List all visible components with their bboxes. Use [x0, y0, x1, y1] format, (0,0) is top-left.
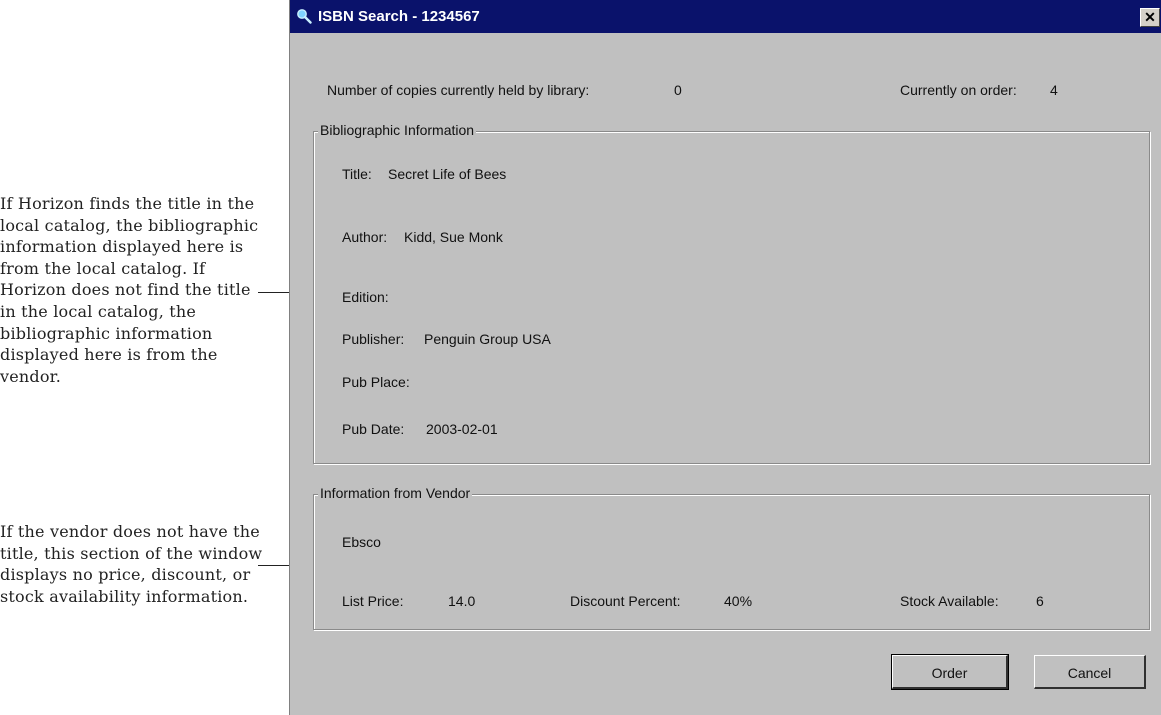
- author-label: Author:: [342, 229, 388, 245]
- on-order-label: Currently on order:: [900, 82, 1017, 98]
- order-button[interactable]: Order: [891, 654, 1009, 690]
- search-magnifier-icon: [296, 8, 312, 28]
- list-price-label: List Price:: [342, 593, 404, 609]
- on-order-value: 4: [1050, 82, 1058, 98]
- title-bar[interactable]: ISBN Search - 1234567 ✕: [290, 0, 1161, 33]
- edition-label: Edition:: [342, 289, 389, 305]
- vendor-name: Ebsco: [342, 534, 381, 550]
- bibliographic-legend: Bibliographic Information: [318, 122, 477, 138]
- list-price-value: 14.0: [448, 593, 476, 609]
- pub-place-label: Pub Place:: [342, 374, 410, 390]
- publisher-value: Penguin Group USA: [424, 331, 551, 347]
- stock-value: 6: [1036, 593, 1044, 609]
- bibliographic-annotation: If Horizon finds the title in the local …: [0, 194, 259, 386]
- title-value: Secret Life of Bees: [388, 166, 507, 182]
- stock-label: Stock Available:: [900, 593, 999, 609]
- discount-label: Discount Percent:: [570, 593, 681, 609]
- discount-value: 40%: [724, 593, 753, 609]
- publisher-label: Publisher:: [342, 331, 405, 347]
- vendor-annotation: If the vendor does not have the title, t…: [0, 522, 263, 606]
- pub-date-value: 2003-02-01: [426, 421, 498, 437]
- copies-held-value: 0: [674, 82, 682, 98]
- isbn-search-dialog: ISBN Search - 1234567 ✕ Number of copies…: [289, 0, 1161, 715]
- close-button[interactable]: ✕: [1140, 8, 1160, 27]
- vendor-legend: Information from Vendor: [318, 485, 473, 501]
- author-value: Kidd, Sue Monk: [404, 229, 503, 245]
- pub-date-label: Pub Date:: [342, 421, 405, 437]
- vendor-groupbox: Information from Vendor: [313, 485, 1150, 630]
- cancel-button[interactable]: Cancel: [1034, 655, 1146, 689]
- copies-held-label: Number of copies currently held by libra…: [327, 82, 590, 98]
- window-title: ISBN Search - 1234567: [318, 8, 480, 25]
- title-label: Title:: [342, 166, 372, 182]
